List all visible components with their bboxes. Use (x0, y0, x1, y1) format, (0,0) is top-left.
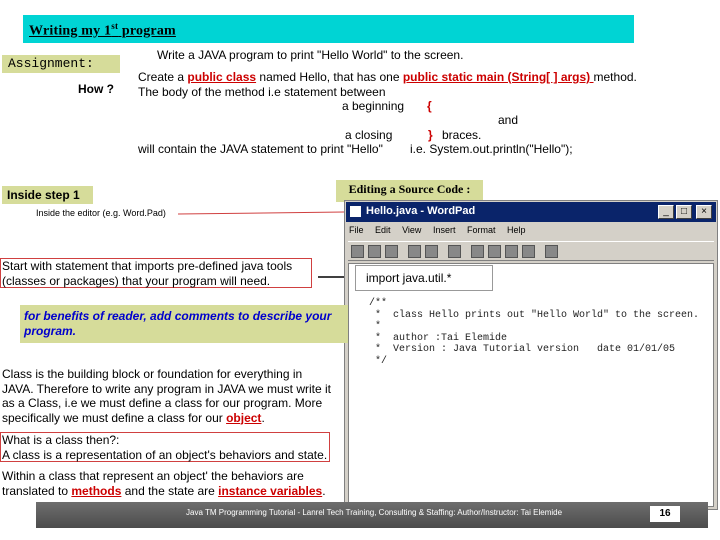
undo-icon[interactable] (522, 245, 535, 258)
menu-edit[interactable]: Edit (375, 225, 391, 235)
open-icon[interactable] (368, 245, 381, 258)
footer-bar: Java TM Programming Tutorial - Lanrel Te… (36, 502, 708, 528)
wordpad-document[interactable]: /** * class Hello prints out "Hello Worl… (348, 263, 714, 507)
copy-icon[interactable] (488, 245, 501, 258)
footer-text: Java TM Programming Tutorial - Lanrel Te… (186, 508, 563, 517)
menu-insert[interactable]: Insert (433, 225, 456, 235)
page-number: 16 (650, 506, 680, 522)
menu-format[interactable]: Format (467, 225, 496, 235)
cut-icon[interactable] (471, 245, 484, 258)
import-code-box: import java.util.* (355, 265, 493, 291)
what-is-class-note: What is a class then?: A class is a repr… (0, 432, 330, 462)
find-icon[interactable] (448, 245, 461, 258)
imports-note: Start with statement that imports pre-de… (0, 258, 312, 288)
wordpad-toolbar (348, 241, 714, 261)
comment-note: for benefits of reader, add comments to … (20, 305, 348, 343)
wordpad-menu: File Edit View Insert Format Help (349, 225, 535, 235)
menu-file[interactable]: File (349, 225, 364, 235)
class-note: Class is the building block or foundatio… (2, 367, 332, 425)
print-icon[interactable] (408, 245, 421, 258)
menu-view[interactable]: View (402, 225, 421, 235)
editing-label: Editing a Source Code : (336, 180, 483, 202)
save-icon[interactable] (385, 245, 398, 258)
wordpad-title: Hello.java - WordPad (366, 205, 476, 217)
close-icon[interactable]: × (696, 205, 712, 219)
within-class-note: Within a class that represent an object'… (2, 469, 326, 498)
maximize-icon[interactable]: □ (676, 205, 692, 219)
document-code: /** * class Hello prints out "Hello Worl… (369, 298, 700, 367)
paste-icon[interactable] (505, 245, 518, 258)
minimize-icon[interactable]: _ (658, 205, 674, 219)
new-icon[interactable] (351, 245, 364, 258)
preview-icon[interactable] (425, 245, 438, 258)
date-time-icon[interactable] (545, 245, 558, 258)
menu-help[interactable]: Help (507, 225, 526, 235)
document-icon (350, 206, 361, 217)
wordpad-titlebar[interactable]: Hello.java - WordPad _ □ × (346, 202, 716, 222)
wordpad-window: Hello.java - WordPad _ □ × File Edit Vie… (344, 200, 718, 510)
